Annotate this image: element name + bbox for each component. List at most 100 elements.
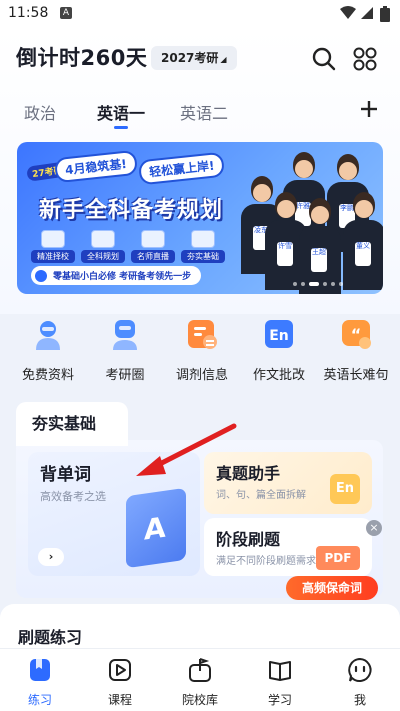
quick-link-label: 作文批改 [252,368,305,383]
section-title: 刷题练习 [18,628,83,647]
page-dot-active [309,282,319,286]
status-time: 11:58 [8,5,49,21]
quote-bubble-icon: “ [340,318,372,350]
vocab-go-button[interactable]: › [38,548,64,566]
school-icon [41,230,65,248]
open-book-icon [269,661,291,681]
tabbar-item-me[interactable]: 我 [325,657,395,708]
school-flag-icon [189,658,211,682]
quick-link-kaoyan-circle[interactable]: 考研圈 [85,318,165,383]
tab-english-2[interactable]: 英语二 [180,100,228,124]
quick-link-free-materials[interactable]: 免费资料 [8,318,88,383]
tabbar-label: 练习 [27,693,52,707]
exam-helper-subtitle: 词、句、篇全面拆解 [216,490,306,501]
teacher-name: 董义 [355,242,371,266]
page-dot [331,282,335,286]
search-icon[interactable] [311,46,337,72]
banner-pagination [293,282,353,288]
banner-chip: 名师直播 [131,230,175,263]
exam-year-value: 2027考研 [161,51,219,65]
tabbar-label: 院校库 [181,693,218,707]
banner-chip: 精准择校 [31,230,75,263]
banner-chip-label: 全科规划 [81,250,125,263]
banner-tagline-icon [35,270,47,282]
banner-headline: 新手全科备考规划 [39,198,224,223]
quick-link-adjustment-info[interactable]: 调剂信息 [162,318,242,383]
live-icon [141,230,165,248]
page-dot [323,282,327,286]
banner-pill-1: 4月稳筑基! [53,149,138,184]
subject-tabs: 政治 英语一 英语二 [0,96,400,136]
stage-practice-title: 阶段刷题 [216,530,281,549]
tab-politics[interactable]: 政治 [24,100,56,124]
teacher-figure: 董义 [343,192,383,290]
page-dot [293,282,297,286]
tabbar-label: 我 [353,693,366,707]
teachers-photo: 许雅 李鹏 凌东 许雪 王超 董义 [241,152,383,294]
banner-chip-label: 夯实基础 [181,250,225,263]
stage-practice-card[interactable]: 阶段刷题 满足不同阶段刷题需求 PDF [204,518,372,576]
banner-chip-label: 精准择校 [31,250,75,263]
apps-grid-icon[interactable] [352,46,378,72]
status-bar: 11:58 A [0,0,400,28]
teacher-avatar-icon [32,318,64,350]
en-badge-icon: En [330,474,360,504]
practice-section: 刷题练习 [0,604,400,654]
quick-link-label: 调剂信息 [175,368,228,383]
vocab-subtitle: 高效备考之选 [40,490,106,503]
stage-practice-subtitle: 满足不同阶段刷题需求 [216,556,316,567]
exam-year-select[interactable]: 2027考研 ◢ [151,46,237,70]
teacher-name: 王超 [311,248,327,272]
exam-countdown: 倒计时260天 [16,46,148,70]
tabbar-item-study[interactable]: 学习 [245,657,315,708]
quick-link-label: 英语长难句 [323,368,389,383]
tabbar-label: 学习 [267,693,292,707]
quick-links: 免费资料 考研圈 调剂信息 En 作文批改 “ 英语长难句 [0,314,400,394]
teacher-figure: 王超 [299,198,341,294]
banner-pill-2: 轻松赢上岸! [137,151,226,186]
book-icon: A [126,487,186,569]
pdf-badge-icon: PDF [316,546,360,570]
tab-english-1[interactable]: 英语一 [97,100,145,124]
section-title: 夯实基础 [32,414,97,433]
smile-chat-icon [348,657,372,682]
en-note-icon: En [263,318,295,350]
quick-link-label: 免费资料 [21,368,74,383]
tabbar-item-schools[interactable]: 院校库 [165,657,235,708]
home-header: 倒计时260天 2027考研 ◢ 政治 英语一 英语二 27考研 4月稳筑基! 轻… [0,28,400,314]
wifi-icon [340,6,356,19]
notification-icon: A [60,7,72,19]
page-dot [339,282,343,286]
banner-chips: 精准择校 全科规划 名师直播 夯实基础 [31,230,227,264]
signal-icon [361,7,373,19]
banner-chip: 夯实基础 [181,230,225,263]
tabbar-item-practice[interactable]: 练习 [5,657,75,708]
add-subject-icon[interactable] [358,98,380,120]
battery-icon [380,6,390,22]
close-icon[interactable]: × [366,520,382,536]
teacher-name: 许雪 [277,242,293,266]
banner-chip-label: 名师直播 [131,250,175,263]
tabbar-item-courses[interactable]: 课程 [85,657,155,708]
foundation-section: 夯实基础 背单词 高效备考之选 A › 真题助手 词、句、篇全面拆解 En 阶段… [16,402,383,600]
tabbar-label: 课程 [107,693,132,707]
bottom-tab-bar: 练习 课程 院校库 学习 我 [0,648,400,711]
hot-words-button[interactable]: 高频保命词 [286,576,378,600]
vocab-title: 背单词 [40,465,91,485]
exam-helper-title: 真题助手 [216,464,281,483]
promo-banner[interactable]: 27考研 4月稳筑基! 轻松赢上岸! 新手全科备考规划 精准择校 全科规划 名师… [17,142,383,294]
banner-tagline: 零基础小白必修 考研备考领先一步 [31,266,202,285]
quick-link-essay-correction[interactable]: En 作文批改 [239,318,319,383]
svg-text:En: En [269,328,289,344]
vocab-card[interactable]: 背单词 高效备考之选 A › [28,452,200,576]
document-list-icon [186,318,218,350]
exam-helper-card[interactable]: 真题助手 词、句、篇全面拆解 En [204,452,372,514]
caret-down-icon: ◢ [220,55,227,64]
chat-avatar-icon [109,318,141,350]
banner-chip: 全科规划 [81,230,125,263]
play-video-icon [109,659,131,681]
quick-link-label: 考研圈 [105,368,145,383]
page-dot [301,282,305,286]
quick-link-long-sentences[interactable]: “ 英语长难句 [316,318,396,383]
foundation-icon [191,230,215,248]
